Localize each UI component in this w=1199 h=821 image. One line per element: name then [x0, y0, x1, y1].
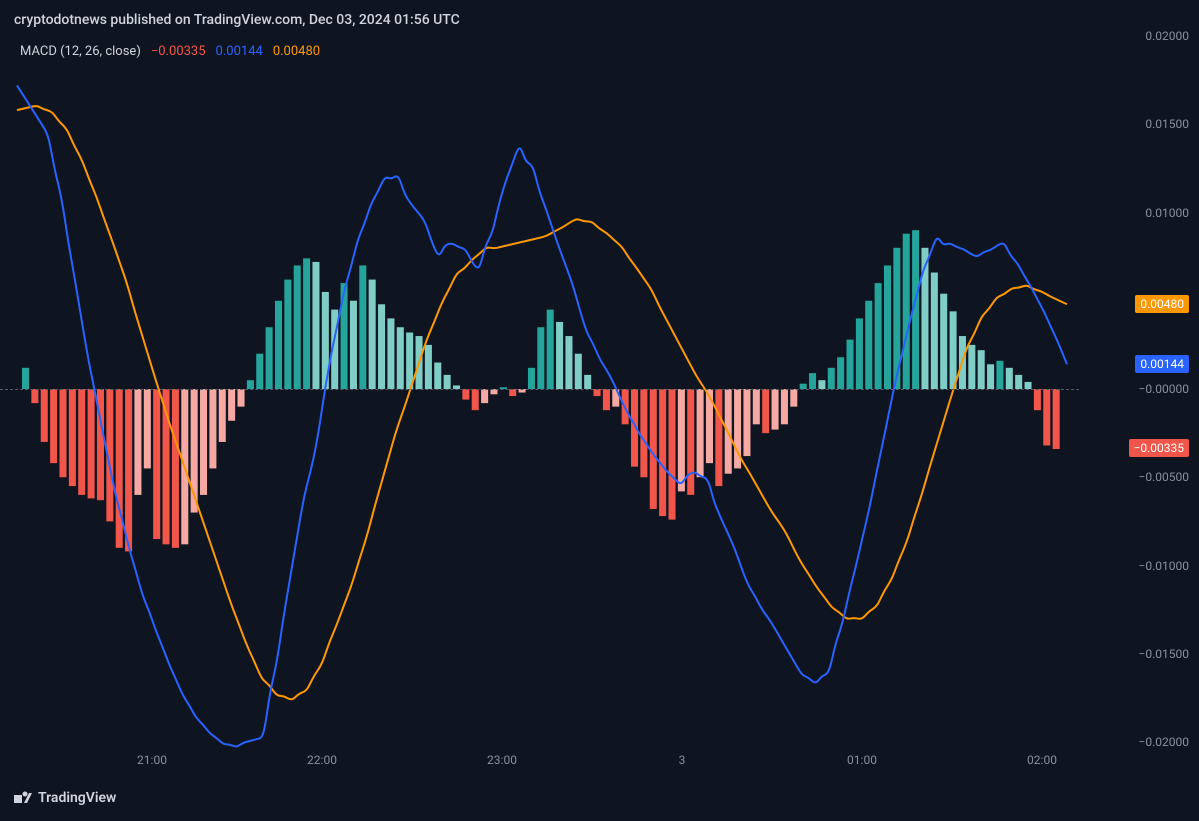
x-tick: 23:00 [487, 753, 517, 767]
y-tick: −0.01500 [1139, 647, 1190, 661]
x-tick: 01:00 [847, 753, 877, 767]
y-axis[interactable]: 0.020000.015000.010000.00500−0.00000−0.0… [1079, 36, 1199, 766]
y-tick: −0.00500 [1139, 470, 1190, 484]
y-tick: 0.02000 [1145, 29, 1189, 43]
price-badge-signal: 0.00480 [1135, 295, 1189, 313]
x-tick: 3 [679, 753, 686, 767]
y-tick: −0.00000 [1139, 382, 1190, 396]
zero-gridline [0, 389, 1079, 390]
chart-container: { "attribution": "cryptodotnews publishe… [0, 0, 1199, 821]
x-tick: 21:00 [137, 753, 167, 767]
price-badge-macd: 0.00144 [1135, 355, 1189, 373]
y-tick: −0.02000 [1139, 735, 1190, 749]
y-tick: −0.01000 [1139, 559, 1190, 573]
x-axis[interactable]: 21:00 22:00 23:00 3 01:00 02:00 [12, 753, 1072, 773]
y-tick: 0.01000 [1145, 206, 1189, 220]
brand-text: TradingView [38, 790, 116, 806]
price-badge-hist: −0.00335 [1129, 439, 1190, 457]
attribution-text: cryptodotnews published on TradingView.c… [14, 12, 460, 28]
chart-svg [12, 36, 1072, 766]
x-tick: 22:00 [307, 753, 337, 767]
tradingview-logo: TradingView [14, 790, 116, 806]
y-tick: 0.01500 [1145, 117, 1189, 131]
x-tick: 02:00 [1027, 753, 1057, 767]
tradingview-icon [14, 791, 32, 805]
plot-area[interactable] [12, 36, 1072, 766]
